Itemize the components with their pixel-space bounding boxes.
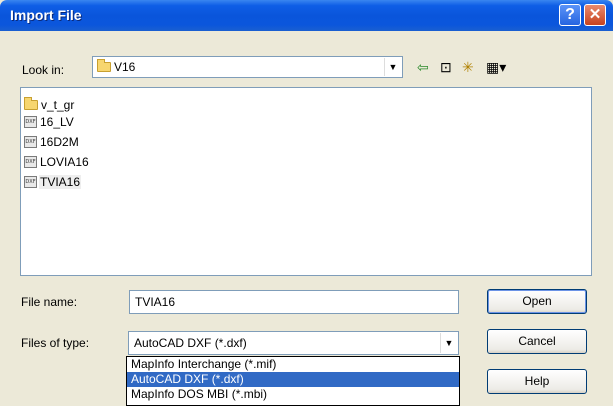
- file-list[interactable]: v_t_gr DXF 16_LV DXF 16D2M DXF LOVIA16 D…: [20, 87, 592, 276]
- title-bar: Import File ? ✕: [0, 0, 613, 31]
- chevron-down-icon[interactable]: ▼: [440, 333, 457, 353]
- help-button[interactable]: Help: [487, 369, 587, 394]
- list-item[interactable]: DXF 16D2M: [24, 133, 80, 150]
- filetype-option[interactable]: MapInfo DOS MBI (*.mbi): [127, 387, 459, 402]
- lookin-combo[interactable]: V16 ▼: [92, 56, 403, 78]
- filetype-value: AutoCAD DXF (*.dxf): [134, 336, 247, 350]
- list-item[interactable]: DXF LOVIA16: [24, 153, 90, 170]
- list-item[interactable]: v_t_gr: [24, 96, 75, 113]
- list-item[interactable]: DXF 16_LV: [24, 113, 75, 130]
- help-title-button[interactable]: ?: [559, 4, 581, 26]
- filename-input[interactable]: TVIA16: [129, 290, 459, 314]
- up-folder-icon[interactable]: ⊡: [440, 60, 452, 74]
- chevron-down-icon[interactable]: ▼: [384, 58, 401, 76]
- filetype-select[interactable]: AutoCAD DXF (*.dxf) ▼: [128, 331, 459, 355]
- new-folder-icon[interactable]: ✳: [462, 60, 474, 74]
- lookin-label: Look in:: [22, 63, 65, 77]
- filetype-dropdown[interactable]: MapInfo Interchange (*.mif) AutoCAD DXF …: [126, 356, 460, 406]
- dxf-file-icon: DXF: [24, 175, 37, 188]
- folder-icon: [97, 59, 111, 72]
- back-icon[interactable]: ⇦: [417, 60, 429, 74]
- window-title: Import File: [10, 7, 82, 23]
- filetype-option-highlighted[interactable]: AutoCAD DXF (*.dxf): [127, 372, 459, 387]
- folder-icon: [24, 96, 38, 110]
- list-item-selected[interactable]: DXF TVIA16: [24, 173, 82, 190]
- cancel-button[interactable]: Cancel: [487, 329, 587, 354]
- close-button[interactable]: ✕: [584, 4, 606, 26]
- dxf-file-icon: DXF: [24, 115, 37, 128]
- dxf-file-icon: DXF: [24, 135, 37, 148]
- views-menu-icon[interactable]: ▦▾: [486, 60, 506, 74]
- open-button[interactable]: Open: [487, 289, 587, 314]
- filetype-option[interactable]: MapInfo Interchange (*.mif): [127, 357, 459, 372]
- filename-label: File name:: [21, 295, 78, 309]
- filetype-label: Files of type:: [21, 336, 90, 350]
- dxf-file-icon: DXF: [24, 155, 37, 168]
- lookin-value: V16: [114, 60, 136, 74]
